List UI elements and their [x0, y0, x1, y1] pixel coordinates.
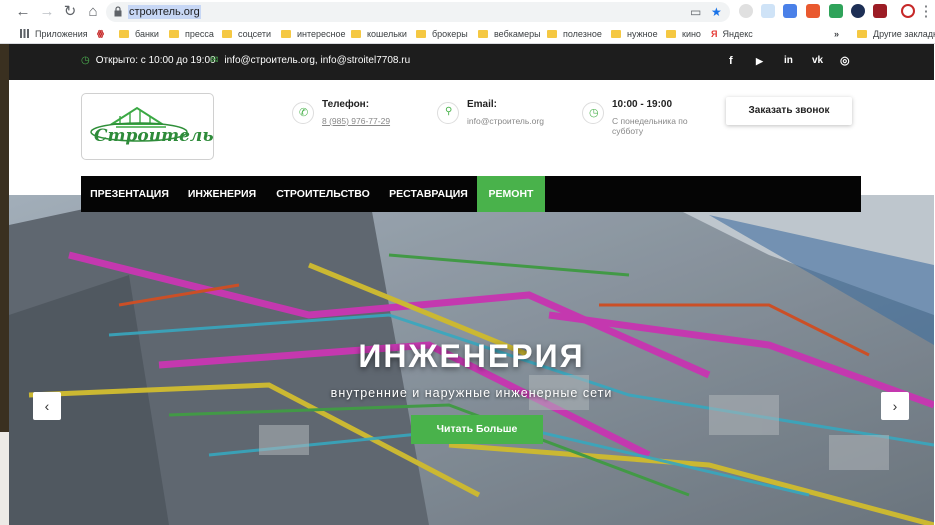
linkedin-icon[interactable]: in	[784, 54, 793, 68]
contact-emails: ✉ info@строитель.org, info@stroitel7708.r…	[210, 55, 411, 66]
folder-icon	[416, 30, 426, 38]
extension-icon[interactable]	[806, 4, 820, 18]
hero-subtitle: внутренние и наружные инженерные сети	[330, 386, 613, 400]
read-more-button[interactable]: Читать Больше	[411, 415, 543, 444]
folder-icon	[281, 30, 291, 38]
hero-title: ИНЖЕНЕРИЯ	[358, 338, 585, 374]
clock-icon: ◷	[81, 55, 90, 66]
nav-item-repair[interactable]: РЕМОНТ	[477, 176, 545, 212]
folder-icon	[351, 30, 361, 38]
slider-prev-button[interactable]: ‹	[33, 392, 61, 420]
background-window-edge	[0, 44, 9, 432]
location-icon: ⚲	[437, 102, 459, 124]
bookmark-yandex[interactable]: Я Яндекс	[711, 28, 753, 40]
folder-icon	[478, 30, 488, 38]
bookmark-folder[interactable]: нужное	[611, 28, 658, 40]
extension-icon[interactable]	[851, 4, 865, 18]
apps-icon	[20, 29, 29, 38]
nav-item-restoration[interactable]: РЕСТАВРАЦИЯ	[380, 176, 477, 212]
bookmark-star-icon[interactable]: ★	[711, 5, 722, 19]
bookmark-folder[interactable]: пресса	[169, 28, 214, 40]
folder-icon	[547, 30, 557, 38]
nav-item-engineering[interactable]: ИНЖЕНЕРИЯ	[178, 176, 266, 212]
phone-number[interactable]: 8 (985) 976-77-29	[322, 116, 390, 126]
clock-icon: ◷	[582, 102, 604, 124]
folder-icon	[222, 30, 232, 38]
menu-dots-icon[interactable]: ⋮	[917, 3, 935, 21]
home-icon[interactable]: ⌂	[84, 3, 102, 21]
translate-icon[interactable]	[783, 4, 797, 18]
folder-icon	[611, 30, 621, 38]
hours-title: 10:00 - 19:00	[612, 99, 673, 110]
opening-hours: ◷ Открыто: с 10:00 до 19:00	[81, 55, 216, 66]
facebook-icon[interactable]: f	[729, 54, 733, 68]
hours-line1: С понедельника по	[612, 116, 688, 126]
extension-icon[interactable]	[739, 4, 753, 18]
youtube-icon[interactable]: ▶	[756, 54, 763, 68]
url-text[interactable]: строитель.org	[128, 5, 201, 19]
webpage: ◷ Открыто: с 10:00 до 19:00 ✉ info@строите…	[9, 44, 934, 525]
folder-icon	[119, 30, 129, 38]
site-logo[interactable]: Строитель	[81, 93, 214, 160]
folder-icon	[666, 30, 676, 38]
reload-icon[interactable]: ↻	[61, 3, 79, 21]
forward-icon[interactable]: →	[38, 3, 56, 21]
other-bookmarks[interactable]: Другие закладки	[857, 28, 935, 40]
bookmark-folder[interactable]: интересное	[281, 28, 346, 40]
envelope-icon: ✉	[210, 55, 219, 66]
request-call-button[interactable]: Заказать звонок	[726, 97, 852, 125]
email-address[interactable]: info@строитель.org	[467, 116, 544, 126]
phone-title: Телефон:	[322, 99, 370, 110]
vk-icon[interactable]: vk	[812, 54, 823, 68]
instagram-icon[interactable]: ◎	[840, 54, 850, 68]
yandex-icon: Я	[711, 29, 718, 39]
bookmark-folder[interactable]: кино	[666, 28, 701, 40]
nav-item-presentation[interactable]: ПРЕЗЕНТАЦИЯ	[81, 176, 178, 212]
phone-icon: ✆	[292, 102, 314, 124]
slider-next-button[interactable]: ›	[881, 392, 909, 420]
bookmark-folder[interactable]: соцсети	[222, 28, 271, 40]
bookmark-folder[interactable]: вебкамеры	[478, 28, 541, 40]
back-icon[interactable]: ←	[14, 3, 32, 21]
address-row: ← → ↻ ⌂ строитель.org ▭ ★ ⋮	[0, 0, 935, 24]
extension-icon[interactable]	[829, 4, 843, 18]
site-icon[interactable]: ꙮ	[97, 28, 104, 40]
logo-text: Строитель	[94, 126, 214, 146]
address-bar[interactable]: строитель.org ▭ ★	[106, 2, 730, 22]
bookmark-folder[interactable]: брокеры	[416, 28, 468, 40]
bookmark-apps[interactable]: Приложения	[20, 28, 88, 40]
browser-chrome: ← → ↻ ⌂ строитель.org ▭ ★ ⋮ Приложения ꙮ…	[0, 0, 935, 44]
bookmark-folder[interactable]: полезное	[547, 28, 602, 40]
hours-line2: субботу	[612, 126, 644, 136]
background-window-edge	[0, 432, 9, 525]
chevron-left-icon: ‹	[44, 398, 50, 414]
top-contact-bar: ◷ Открыто: с 10:00 до 19:00 ✉ info@строите…	[9, 44, 934, 80]
profile-icon[interactable]	[901, 4, 915, 18]
bookmark-folder[interactable]: кошельки	[351, 28, 407, 40]
more-bookmarks-button[interactable]: »	[834, 28, 839, 40]
bookmarks-bar: Приложения ꙮ банки пресса соцсети интере…	[0, 24, 935, 44]
folder-icon	[169, 30, 179, 38]
extension-icon[interactable]	[873, 4, 887, 18]
main-navigation: ПРЕЗЕНТАЦИЯ ИНЖЕНЕРИЯ СТРОИТЕЛЬСТВО РЕСТ…	[81, 176, 861, 212]
email-title: Email:	[467, 99, 498, 110]
bookmark-folder[interactable]: банки	[119, 28, 159, 40]
extension-icon[interactable]	[761, 4, 775, 18]
chevron-right-icon: ›	[892, 398, 898, 414]
folder-icon	[857, 30, 867, 38]
cast-icon[interactable]: ▭	[690, 5, 701, 19]
nav-item-construction[interactable]: СТРОИТЕЛЬСТВО	[266, 176, 380, 212]
lock-icon	[114, 6, 122, 17]
